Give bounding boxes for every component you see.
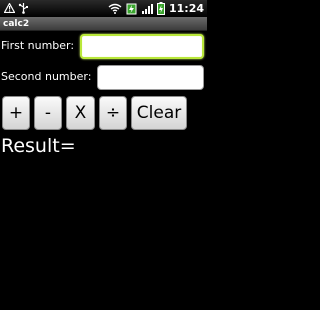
signal-icon	[141, 3, 153, 14]
second-number-label: Second number:	[1, 70, 92, 83]
notification-icons	[4, 2, 29, 14]
usb-icon	[18, 3, 28, 14]
system-icons: 11:24	[108, 1, 204, 16]
warning-icon	[4, 3, 15, 13]
add-button[interactable]: +	[2, 96, 30, 130]
second-number-input[interactable]	[97, 65, 204, 90]
battery-icon	[156, 2, 165, 15]
status-bar: 11:24	[0, 0, 207, 17]
first-number-label: First number:	[1, 39, 75, 52]
first-number-input[interactable]	[80, 34, 204, 59]
app-title: calc2	[3, 19, 30, 29]
battery-charging-icon	[126, 3, 137, 14]
clock: 11:24	[168, 2, 204, 15]
subtract-button[interactable]: -	[34, 96, 62, 130]
screen: 11:24 calc2 First number: Second number:…	[0, 0, 207, 310]
clear-button[interactable]: Clear	[131, 96, 187, 130]
title-bar: calc2	[0, 17, 207, 31]
multiply-button[interactable]: X	[66, 96, 95, 130]
divide-button[interactable]: ÷	[99, 96, 127, 130]
result-label: Result=	[1, 135, 76, 157]
wifi-icon	[108, 3, 122, 14]
